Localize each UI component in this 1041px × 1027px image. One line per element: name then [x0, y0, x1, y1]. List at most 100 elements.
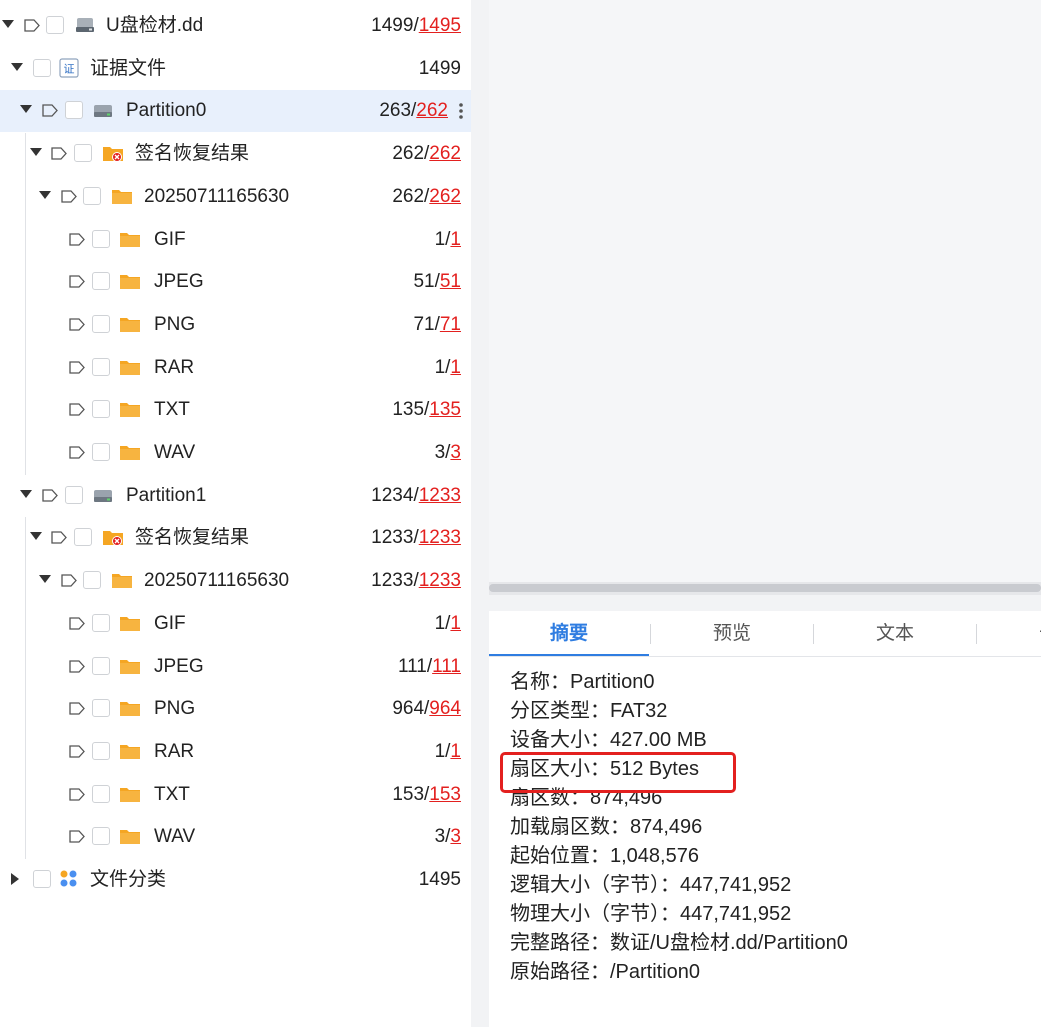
tree-row[interactable]: 签名恢复结果 1233/1233	[0, 517, 471, 559]
tree-row[interactable]: RAR 1/1	[0, 347, 471, 389]
row-checkbox[interactable]	[92, 656, 110, 675]
row-checkbox[interactable]	[92, 229, 110, 248]
row-checkbox[interactable]	[74, 144, 92, 163]
count-link[interactable]: 1233	[419, 527, 461, 548]
tree-row[interactable]: TXT 153/153	[0, 774, 471, 816]
tag-icon[interactable]	[51, 531, 67, 545]
tree-row[interactable]: U盘检材.dd 1499/1495	[0, 5, 471, 47]
tag-icon[interactable]	[61, 574, 77, 587]
count-link[interactable]: 1	[450, 357, 461, 378]
summary-partition-type: 分区类型：FAT32	[510, 700, 668, 722]
count-link[interactable]: 3	[450, 826, 461, 847]
tab-hex[interactable]: 十六	[978, 611, 1041, 656]
caret-down-icon[interactable]	[30, 532, 42, 541]
count-link[interactable]: 1233	[419, 570, 461, 591]
count-link[interactable]: 1233	[419, 485, 461, 506]
count-link[interactable]: 153	[429, 784, 461, 805]
tree-row[interactable]: JPEG 51/51	[0, 261, 471, 303]
tree-row[interactable]: Partition0 263/262	[0, 90, 471, 133]
count-link[interactable]: 1	[450, 613, 461, 634]
horizontal-scrollbar[interactable]	[489, 582, 1041, 595]
caret-down-icon[interactable]	[39, 575, 51, 584]
tree-row[interactable]: 20250711165630 262/262	[0, 176, 471, 218]
tree-row[interactable]: 20250711165630 1233/1233	[0, 560, 471, 602]
folder-icon	[111, 570, 133, 590]
tree-row[interactable]: 证 证据文件 1499	[0, 48, 471, 90]
tag-icon[interactable]	[69, 360, 85, 374]
row-checkbox[interactable]	[92, 314, 110, 333]
tree-row[interactable]: PNG 71/71	[0, 304, 471, 346]
tag-icon[interactable]	[69, 702, 85, 715]
tag-icon[interactable]	[69, 446, 85, 459]
more-options-icon[interactable]	[459, 103, 463, 120]
count-link[interactable]: 1	[450, 741, 461, 762]
count-link[interactable]: 262	[429, 186, 461, 207]
tag-icon[interactable]	[69, 787, 85, 801]
count-link[interactable]: 262	[429, 143, 461, 164]
tree-row[interactable]: GIF 1/1	[0, 603, 471, 645]
tab-summary[interactable]: 摘要	[489, 611, 649, 656]
caret-down-icon[interactable]	[2, 20, 14, 28]
tree-row[interactable]: WAV 3/3	[0, 816, 471, 858]
row-checkbox[interactable]	[92, 357, 110, 376]
caret-down-icon[interactable]	[30, 148, 42, 157]
row-checkbox[interactable]	[92, 741, 110, 760]
caret-down-icon[interactable]	[20, 489, 32, 498]
tag-icon[interactable]	[69, 617, 85, 630]
caret-down-icon[interactable]	[11, 62, 23, 71]
row-checkbox[interactable]	[83, 571, 101, 590]
row-checkbox[interactable]	[83, 186, 101, 205]
tag-icon[interactable]	[42, 104, 58, 118]
count-link[interactable]: 51	[440, 271, 461, 292]
caret-down-icon[interactable]	[20, 105, 32, 114]
row-checkbox[interactable]	[92, 400, 110, 419]
count-link[interactable]: 111	[432, 656, 461, 677]
tag-icon[interactable]	[69, 745, 85, 758]
row-checkbox[interactable]	[65, 101, 83, 120]
tag-icon[interactable]	[69, 232, 85, 246]
panel-splitter[interactable]	[471, 0, 489, 1027]
tag-icon[interactable]	[61, 190, 77, 203]
tag-icon[interactable]	[69, 403, 85, 416]
tree-row[interactable]: 签名恢复结果 262/262	[0, 133, 471, 175]
tag-icon[interactable]	[69, 659, 85, 673]
count-link[interactable]: 262	[416, 100, 448, 121]
row-checkbox[interactable]	[92, 699, 110, 718]
tab-preview[interactable]: 预览	[652, 611, 812, 656]
row-checkbox[interactable]	[33, 870, 51, 888]
caret-right-icon[interactable]	[11, 873, 19, 885]
row-checkbox[interactable]	[65, 485, 83, 504]
tree-row[interactable]: 文件分类 1495	[0, 859, 471, 901]
count-link[interactable]: 964	[429, 698, 461, 719]
caret-down-icon[interactable]	[39, 190, 51, 199]
row-checkbox[interactable]	[92, 272, 110, 291]
tree-row[interactable]: TXT 135/135	[0, 389, 471, 431]
row-checkbox[interactable]	[74, 528, 92, 547]
row-checkbox[interactable]	[92, 443, 110, 461]
count-link[interactable]: 1495	[419, 15, 461, 36]
tag-icon[interactable]	[24, 19, 40, 32]
row-checkbox[interactable]	[92, 784, 110, 803]
count-link[interactable]: 135	[429, 399, 461, 420]
tag-icon[interactable]	[69, 275, 85, 288]
count-link[interactable]: 1	[450, 229, 461, 250]
tree-row[interactable]: PNG 964/964	[0, 688, 471, 730]
count-link[interactable]: 71	[440, 314, 461, 335]
tree-row[interactable]: Partition1 1234/1233	[0, 475, 471, 517]
tag-icon[interactable]	[69, 830, 85, 843]
row-checkbox[interactable]	[92, 613, 110, 632]
folder-icon	[119, 613, 141, 633]
tag-icon[interactable]	[42, 489, 58, 502]
tag-icon[interactable]	[69, 318, 85, 331]
row-checkbox[interactable]	[33, 58, 51, 77]
scrollbar-thumb[interactable]	[489, 584, 1041, 592]
tree-row[interactable]: WAV 3/3	[0, 432, 471, 474]
tag-icon[interactable]	[51, 147, 67, 160]
row-checkbox[interactable]	[92, 827, 110, 846]
tree-row[interactable]: JPEG 111/111	[0, 646, 471, 688]
count-link[interactable]: 3	[450, 442, 461, 463]
tree-row[interactable]: GIF 1/1	[0, 219, 471, 261]
tree-row[interactable]: RAR 1/1	[0, 731, 471, 773]
row-checkbox[interactable]	[46, 16, 64, 34]
tab-text[interactable]: 文本	[815, 611, 975, 656]
